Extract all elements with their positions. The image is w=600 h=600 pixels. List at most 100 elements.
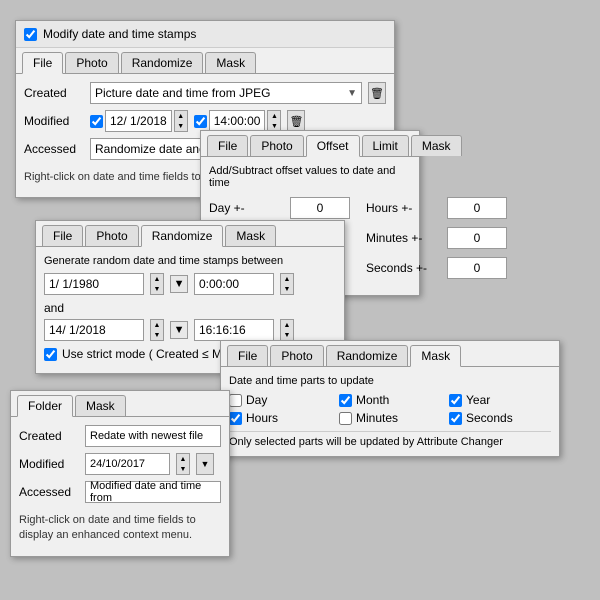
mask-tab-file[interactable]: File <box>227 345 268 366</box>
folder-accessed-select[interactable]: Modified date and time from <box>85 481 221 503</box>
strict-mode-checkbox[interactable] <box>44 348 57 361</box>
rand-to-spin-down-icon[interactable]: ▼ <box>151 330 163 340</box>
rand-tab-file[interactable]: File <box>42 225 83 246</box>
seconds-label: Seconds +- <box>366 261 441 275</box>
rand-from-date-value: 1/ 1/1980 <box>49 277 99 291</box>
rand-tab-mask[interactable]: Mask <box>225 225 276 246</box>
tab-randomize[interactable]: Randomize <box>121 52 204 73</box>
modify-timestamps-checkbox[interactable] <box>24 28 37 41</box>
rand-time-spin-up-icon[interactable]: ▲ <box>281 274 293 284</box>
rand-to-time[interactable]: 16:16:16 <box>194 319 274 341</box>
rand-tab-randomize[interactable]: Randomize <box>141 225 224 247</box>
rand-to-date-spin[interactable]: ▲ ▼ <box>150 319 164 341</box>
offset-tab-mask[interactable]: Mask <box>411 135 462 156</box>
rand-to-date[interactable]: 14/ 1/2018 <box>44 319 144 341</box>
rand-from-date-spin[interactable]: ▲ ▼ <box>150 273 164 295</box>
rand-to-time-spin[interactable]: ▲ ▼ <box>280 319 294 341</box>
mask-title: Date and time parts to update <box>229 375 551 387</box>
mask-seconds-label: Seconds <box>466 411 513 425</box>
modified-date-group: 12/ 1/2018 ▲ ▼ <box>90 110 188 132</box>
folder-tab-mask[interactable]: Mask <box>75 395 126 416</box>
spin-down-icon[interactable]: ▼ <box>175 121 187 131</box>
spin-up-icon[interactable]: ▲ <box>175 111 187 121</box>
modified-date-input[interactable]: 12/ 1/2018 <box>105 110 172 132</box>
offset-tab-offset[interactable]: Offset <box>306 135 360 157</box>
rand-time-spin-down-icon[interactable]: ▼ <box>281 284 293 294</box>
modified-time-checkbox[interactable] <box>194 115 207 128</box>
rand-from-spin-down-icon[interactable]: ▼ <box>151 284 163 294</box>
offset-tab-file[interactable]: File <box>207 135 248 156</box>
rand-from-date[interactable]: 1/ 1/1980 <box>44 273 144 295</box>
rand-to-time-value: 16:16:16 <box>199 323 246 337</box>
modified-date-checkbox[interactable] <box>90 115 103 128</box>
modified-time-group: 14:00:00 ▲ ▼ <box>194 110 282 132</box>
offset-tab-limit[interactable]: Limit <box>362 135 409 156</box>
mask-tabs: File Photo Randomize Mask <box>221 341 559 367</box>
rand-from-spin-up-icon[interactable]: ▲ <box>151 274 163 284</box>
mask-divider <box>229 431 551 432</box>
mask-year: Year <box>449 393 551 407</box>
tab-photo[interactable]: Photo <box>65 52 118 73</box>
created-select[interactable]: Picture date and time from JPEG ▼ <box>90 82 362 104</box>
mask-month: Month <box>339 393 441 407</box>
mask-content: Date and time parts to update Day Month … <box>221 367 559 456</box>
mask-tab-mask[interactable]: Mask <box>410 345 461 367</box>
folder-modified-cal-button[interactable]: ▼ <box>196 453 214 475</box>
day-label: Day +- <box>209 201 284 215</box>
mask-month-checkbox[interactable] <box>339 394 352 407</box>
offset-tab-photo[interactable]: Photo <box>250 135 303 156</box>
tab-mask[interactable]: Mask <box>205 52 256 73</box>
mask-minutes: Minutes <box>339 411 441 425</box>
mask-minutes-checkbox[interactable] <box>339 412 352 425</box>
mask-hours-checkbox[interactable] <box>229 412 242 425</box>
minutes-input[interactable]: 0 <box>447 227 507 249</box>
folder-modified-row: Modified 24/10/2017 ▲ ▼ ▼ <box>19 453 221 475</box>
modified-time-input[interactable]: 14:00:00 <box>209 110 266 132</box>
mask-day-checkbox[interactable] <box>229 394 242 407</box>
seconds-input[interactable]: 0 <box>447 257 507 279</box>
mask-tab-randomize[interactable]: Randomize <box>326 345 409 366</box>
day-row: Day +- 0 <box>209 197 350 219</box>
mask-hours: Hours <box>229 411 331 425</box>
rand-tab-photo[interactable]: Photo <box>85 225 138 246</box>
mask-day-label: Day <box>246 393 267 407</box>
modified-time-value: 14:00:00 <box>214 114 261 128</box>
rand-from-row: 1/ 1/1980 ▲ ▼ ▼ 0:00:00 ▲ ▼ <box>44 273 336 295</box>
day-input[interactable]: 0 <box>290 197 350 219</box>
mask-month-label: Month <box>356 393 389 407</box>
mask-year-checkbox[interactable] <box>449 394 462 407</box>
rand-from-time[interactable]: 0:00:00 <box>194 273 274 295</box>
folder-tab-folder[interactable]: Folder <box>17 395 73 417</box>
folder-created-select[interactable]: Redate with newest file <box>85 425 221 447</box>
modified-time-spin[interactable]: ▲ ▼ <box>267 110 281 132</box>
mask-grid: Day Month Year Hours Minutes Seconds <box>229 393 551 425</box>
folder-created-label: Created <box>19 429 79 443</box>
modified-trash-button[interactable]: 🗑 <box>287 110 305 132</box>
rand-from-time-spin[interactable]: ▲ ▼ <box>280 273 294 295</box>
created-trash-button[interactable]: 🗑 <box>368 82 386 104</box>
rand-to-cal-button[interactable]: ▼ <box>170 321 188 339</box>
hours-label: Hours +- <box>366 201 441 215</box>
rand-to-time-spin-up-icon[interactable]: ▲ <box>281 320 293 330</box>
hours-input[interactable]: 0 <box>447 197 507 219</box>
folder-modified-spin[interactable]: ▲ ▼ <box>176 453 190 475</box>
rand-to-spin-up-icon[interactable]: ▲ <box>151 320 163 330</box>
rand-from-cal-button[interactable]: ▼ <box>170 275 188 293</box>
time-spin-up-icon[interactable]: ▲ <box>268 111 280 121</box>
panel-header: Modify date and time stamps <box>16 21 394 48</box>
modified-date-spin[interactable]: ▲ ▼ <box>174 110 188 132</box>
folder-modified-label: Modified <box>19 457 79 471</box>
folder-mod-spin-up-icon[interactable]: ▲ <box>177 454 189 464</box>
tab-file[interactable]: File <box>22 52 63 74</box>
mask-tab-photo[interactable]: Photo <box>270 345 323 366</box>
modified-date-value: 12/ 1/2018 <box>110 114 167 128</box>
folder-info-text: Right-click on date and time fields to d… <box>19 509 221 548</box>
folder-tabs: Folder Mask <box>11 391 229 417</box>
rand-to-time-spin-down-icon[interactable]: ▼ <box>281 330 293 340</box>
created-value: Picture date and time from JPEG <box>95 86 270 100</box>
file-tabs: File Photo Randomize Mask <box>16 48 394 74</box>
folder-modified-date[interactable]: 24/10/2017 <box>85 453 170 475</box>
mask-minutes-label: Minutes <box>356 411 398 425</box>
mask-seconds-checkbox[interactable] <box>449 412 462 425</box>
folder-mod-spin-down-icon[interactable]: ▼ <box>177 464 189 474</box>
